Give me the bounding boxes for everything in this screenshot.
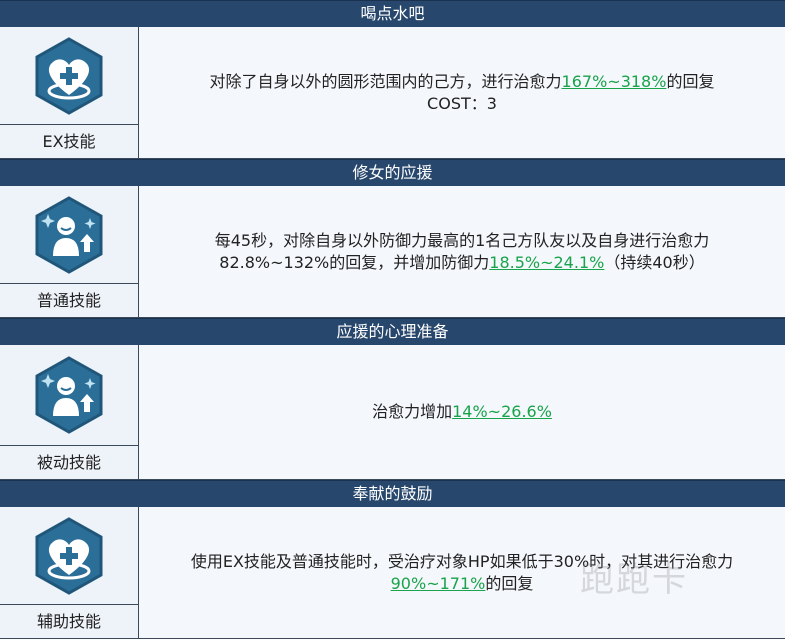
skill-value: 14%~26.6% (452, 402, 552, 421)
skill-description: 对除了自身以外的圆形范围内的己方，进行治愈力167%~318%的回复 COST：… (139, 27, 785, 158)
skill-value: 167%~318% (561, 71, 667, 91)
person-buff-icon (35, 356, 103, 434)
skill-ex: 喝点水吧 EX技能 对除了自身以外的圆形范围内的己方，进行治愈力167%~318… (0, 0, 785, 159)
heart-plus-icon (35, 36, 103, 115)
skill-type-label: EX技能 (0, 124, 138, 158)
skill-title: 喝点水吧 (0, 0, 785, 27)
skill-title: 应援的心理准备 (0, 318, 785, 345)
skill-table: 喝点水吧 EX技能 对除了自身以外的圆形范围内的己方，进行治愈力167%~318… (0, 0, 785, 639)
skill-type-label: 辅助技能 (0, 604, 138, 638)
heart-plus-icon (35, 516, 103, 595)
skill-type-label: 被动技能 (0, 445, 138, 479)
cost-text: COST：3 (427, 93, 497, 113)
skill-title: 修女的应援 (0, 159, 785, 186)
person-buff-icon (35, 195, 103, 274)
skill-description: 治愈力增加14%~26.6% (139, 345, 785, 479)
skill-support: 奉献的鼓励 辅助技能 使用EX技能及普通技能时，受治疗对象HP如果低于30%时，… (0, 480, 785, 639)
skill-description: 使用EX技能及普通技能时，受治疗对象HP如果低于30%时，对其进行治愈力 90%… (139, 507, 785, 638)
skill-type-label: 普通技能 (0, 283, 138, 317)
skill-value: 18.5%~24.1% (489, 252, 605, 272)
skill-title: 奉献的鼓励 (0, 480, 785, 507)
skill-normal: 修女的应援 普通技能 每45秒，对除自身以外防御力最高的1名己方队友以及自身进行… (0, 159, 785, 318)
skill-passive: 应援的心理准备 被动技能 治愈力增加14%~26.6% (0, 318, 785, 480)
skill-description: 每45秒，对除自身以外防御力最高的1名己方队友以及自身进行治愈力 82.8%~1… (139, 186, 785, 317)
skill-value: 90%~171% (390, 573, 486, 593)
